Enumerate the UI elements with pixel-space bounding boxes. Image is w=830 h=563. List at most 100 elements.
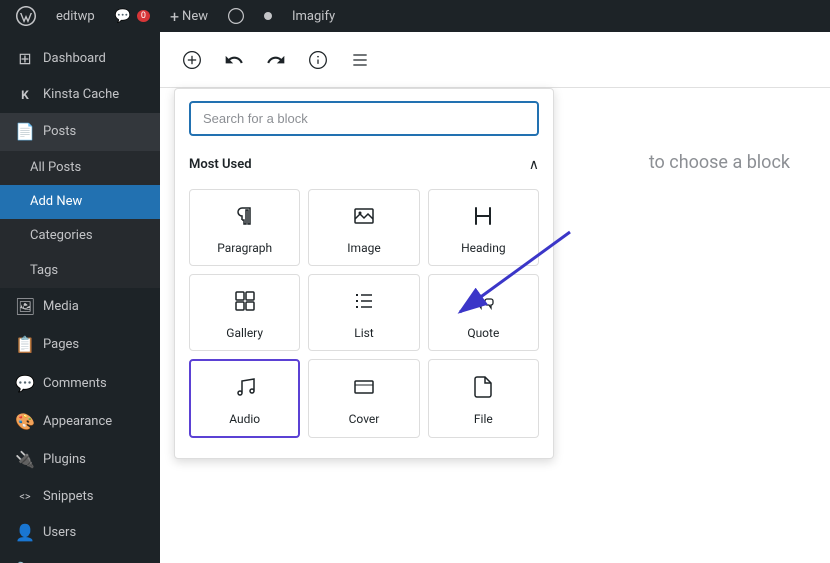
search-container: [175, 89, 553, 148]
add-block-icon: [182, 50, 202, 70]
all-posts-label: All Posts: [30, 159, 81, 177]
redo-icon: [266, 50, 286, 70]
posts-icon: 📄: [15, 121, 35, 143]
sidebar-item-categories[interactable]: Categories: [0, 219, 160, 253]
sidebar-item-users[interactable]: 👤 Users: [0, 514, 160, 552]
block-item-paragraph[interactable]: Paragraph: [189, 189, 300, 266]
sidebar-item-tags[interactable]: Tags: [0, 254, 160, 288]
content-area: Most Used ∧ Paragraph Image: [160, 32, 830, 563]
site-name-item[interactable]: editwp: [48, 0, 103, 32]
gallery-icon: [233, 289, 257, 318]
block-item-cover[interactable]: Cover: [308, 359, 419, 438]
sidebar-item-all-posts[interactable]: All Posts: [0, 151, 160, 185]
new-label: New: [182, 9, 208, 24]
sidebar-item-posts[interactable]: 📄 Posts: [0, 113, 160, 151]
sidebar-item-dashboard-label: Dashboard: [43, 50, 106, 68]
wp-icon-item[interactable]: [220, 0, 252, 32]
new-item[interactable]: + New: [162, 0, 216, 32]
admin-bar: editwp 💬 0 + New Imagify: [0, 0, 830, 32]
heading-icon: [471, 204, 495, 233]
block-item-heading[interactable]: Heading: [428, 189, 539, 266]
block-item-image[interactable]: Image: [308, 189, 419, 266]
file-label: File: [474, 412, 493, 426]
plus-icon: +: [170, 7, 179, 26]
tags-label: Tags: [30, 262, 58, 280]
gallery-label: Gallery: [226, 326, 263, 340]
sidebar-item-users-label: Users: [43, 524, 76, 542]
add-block-button[interactable]: [174, 42, 210, 78]
cover-icon: [352, 375, 376, 404]
image-icon: [352, 204, 376, 233]
sidebar-item-dashboard[interactable]: ⊞ Dashboard: [0, 40, 160, 78]
media-icon: 🖼: [15, 296, 35, 318]
editor-hint: to choose a block: [649, 152, 790, 173]
sidebar-item-comments[interactable]: 💬 Comments: [0, 365, 160, 403]
sidebar-item-pages[interactable]: 📋 Pages: [0, 326, 160, 364]
list-icon: [352, 289, 376, 318]
undo-button[interactable]: [216, 42, 252, 78]
posts-submenu: All Posts Add New Categories Tags: [0, 151, 160, 288]
collapse-most-used-button[interactable]: ∧: [529, 156, 539, 173]
quote-label: Quote: [467, 326, 499, 340]
options-icon: [350, 50, 370, 70]
appearance-icon: 🎨: [15, 411, 35, 433]
wp-logo-icon: [16, 6, 36, 26]
sidebar-item-pages-label: Pages: [43, 336, 79, 354]
block-item-audio[interactable]: Audio: [189, 359, 300, 438]
imagify-item[interactable]: Imagify: [284, 0, 343, 32]
sidebar-item-appearance[interactable]: 🎨 Appearance: [0, 403, 160, 441]
sidebar-item-add-new[interactable]: Add New: [0, 185, 160, 219]
users-icon: 👤: [15, 522, 35, 544]
wp-logo-item[interactable]: [8, 0, 44, 32]
heading-label: Heading: [461, 241, 506, 255]
redo-button[interactable]: [258, 42, 294, 78]
wp-small-icon: [228, 8, 244, 24]
comments-item[interactable]: 💬 0: [107, 0, 158, 32]
pages-icon: 📋: [15, 334, 35, 356]
list-label: List: [354, 326, 374, 340]
sidebar-item-appearance-label: Appearance: [43, 413, 112, 431]
sidebar-item-media-label: Media: [43, 298, 79, 316]
sidebar-item-plugins[interactable]: 🔌 Plugins: [0, 441, 160, 479]
sidebar: ⊞ Dashboard K Kinsta Cache 📄 Posts All P…: [0, 32, 160, 563]
sidebar-item-media[interactable]: 🖼 Media: [0, 288, 160, 326]
block-item-list[interactable]: List: [308, 274, 419, 351]
sidebar-item-snippets-label: Snippets: [43, 488, 94, 506]
status-dot: [264, 12, 272, 20]
editor-toolbar: [160, 32, 830, 88]
audio-label: Audio: [229, 412, 260, 426]
block-inserter: Most Used ∧ Paragraph Image: [174, 88, 554, 459]
sidebar-item-tools[interactable]: 🔧 Tools: [0, 552, 160, 563]
sidebar-item-plugins-label: Plugins: [43, 451, 86, 469]
block-item-quote[interactable]: Quote: [428, 274, 539, 351]
paragraph-label: Paragraph: [217, 241, 272, 255]
add-new-label: Add New: [30, 193, 82, 211]
sidebar-item-posts-label: Posts: [43, 123, 76, 141]
main-layout: ⊞ Dashboard K Kinsta Cache 📄 Posts All P…: [0, 32, 830, 563]
undo-icon: [224, 50, 244, 70]
image-label: Image: [347, 241, 380, 255]
imagify-label: Imagify: [292, 9, 335, 24]
info-button[interactable]: [300, 42, 336, 78]
blocks-grid: Paragraph Image Heading: [175, 181, 553, 446]
site-name: editwp: [56, 9, 95, 24]
cover-label: Cover: [349, 412, 380, 426]
sidebar-item-kinsta-label: Kinsta Cache: [43, 86, 119, 104]
sidebar-item-kinsta[interactable]: K Kinsta Cache: [0, 78, 160, 112]
info-icon: [308, 50, 328, 70]
options-button[interactable]: [342, 42, 378, 78]
comment-count: 0: [137, 10, 150, 22]
file-icon: [471, 375, 495, 404]
block-search-input[interactable]: [189, 101, 539, 136]
status-dot-item: [256, 0, 280, 32]
snippets-icon: <>: [15, 489, 35, 504]
comments-sidebar-icon: 💬: [15, 373, 35, 395]
sidebar-item-snippets[interactable]: <> Snippets: [0, 480, 160, 514]
editor-hint-text: to choose a block: [649, 152, 790, 173]
audio-icon: [233, 375, 257, 404]
block-item-file[interactable]: File: [428, 359, 539, 438]
kinsta-icon: K: [15, 87, 35, 104]
categories-label: Categories: [30, 227, 93, 245]
comment-icon: 💬: [115, 9, 131, 24]
block-item-gallery[interactable]: Gallery: [189, 274, 300, 351]
